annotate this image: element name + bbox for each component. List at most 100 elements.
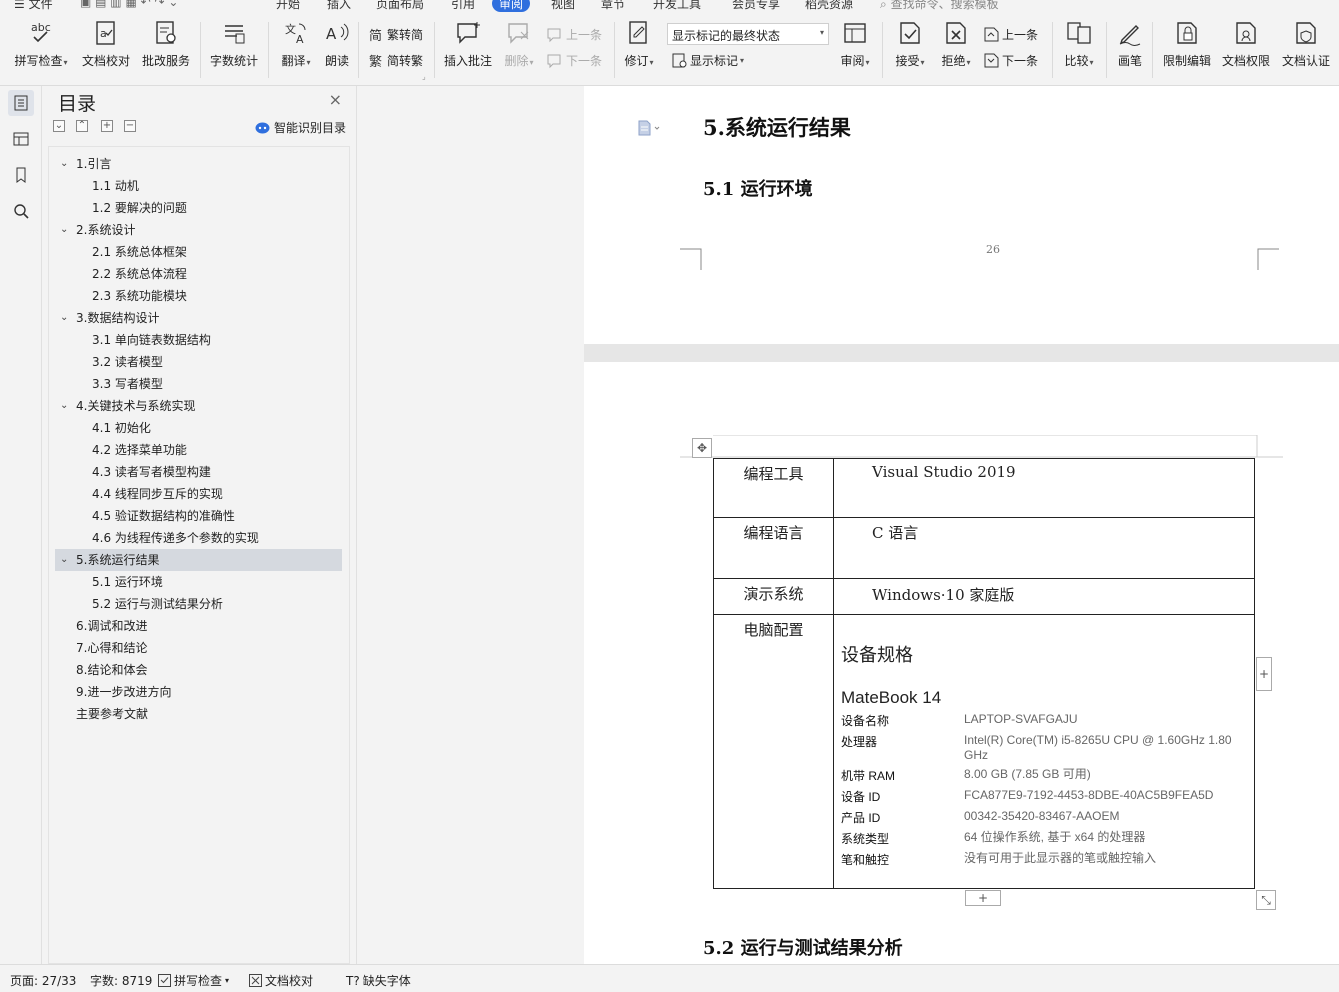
prev-comment-button[interactable]: 上一条 bbox=[546, 26, 602, 43]
tab-page-layout[interactable]: 页面布局 bbox=[376, 0, 424, 12]
toc-item[interactable]: 2.3 系统功能模块 bbox=[49, 285, 349, 307]
table-resize-icon[interactable]: ⤡ bbox=[1256, 890, 1276, 910]
spec-value: 没有可用于此显示器的笔或触控输入 bbox=[964, 851, 1157, 865]
toc-item[interactable]: ⌄ 4.关键技术与系统实现 bbox=[49, 395, 349, 417]
toc-item[interactable]: ⌄ 3.数据结构设计 bbox=[49, 307, 349, 329]
reject-button[interactable]: 拒绝▾ bbox=[936, 20, 976, 69]
chevron-down-icon[interactable]: ⌄ bbox=[60, 307, 68, 329]
chevron-down-icon[interactable]: ⌄ bbox=[60, 219, 68, 241]
table-key-cell[interactable]: 编程语言 bbox=[713, 517, 834, 579]
quick-access-toolbar[interactable]: ▣ ▤ ▥ ▦ ↶ ↷ ⌄ bbox=[80, 0, 178, 9]
toc-item[interactable]: 3.3 写者模型 bbox=[49, 373, 349, 395]
toc-item[interactable]: 主要参考文献 bbox=[49, 703, 349, 725]
chevron-down-icon[interactable]: ⌄ bbox=[60, 549, 68, 571]
next-comment-button[interactable]: 下一条 bbox=[546, 52, 602, 69]
tab-review[interactable]: 审阅 bbox=[492, 0, 531, 12]
prev-change-button[interactable]: 上一条 bbox=[983, 26, 1038, 43]
table-value-cell[interactable]: C 语言 bbox=[833, 517, 1255, 579]
toc-item-label: 4.3 读者写者模型构建 bbox=[92, 465, 211, 479]
word-count-indicator[interactable]: 字数: 8719 bbox=[90, 972, 152, 989]
table-move-handle[interactable]: ✥ bbox=[692, 438, 712, 458]
toc-nav-button[interactable] bbox=[8, 90, 34, 116]
trad-to-simp-button[interactable]: 简 繁转简 bbox=[368, 26, 423, 43]
bookmark-nav-button[interactable] bbox=[8, 162, 34, 188]
remove-heading-icon[interactable]: − bbox=[124, 120, 136, 132]
toc-item[interactable]: 8.结论和体会 bbox=[49, 659, 349, 681]
tab-view[interactable]: 视图 bbox=[551, 0, 575, 12]
markup-state-select[interactable]: 显示标记的最终状态 ▾ bbox=[667, 23, 829, 45]
add-row-icon[interactable]: + bbox=[965, 890, 1001, 906]
search-nav-button[interactable] bbox=[8, 198, 34, 224]
doc-permission-button[interactable]: 文档权限 bbox=[1219, 20, 1273, 69]
spec-cell[interactable]: 设备规格 MateBook 14 设备名称 LAPTOP-SVAFGAJU 处理器 I… bbox=[833, 614, 1255, 889]
chevron-down-icon[interactable]: ⌄ bbox=[60, 395, 68, 417]
toc-item[interactable]: 4.1 初始化 bbox=[49, 417, 349, 439]
toc-item[interactable]: 3.1 单向链表数据结构 bbox=[49, 329, 349, 351]
tab-home[interactable]: 开始 bbox=[276, 0, 300, 12]
toc-item[interactable]: 4.3 读者写者模型构建 bbox=[49, 461, 349, 483]
insert-comment-button[interactable]: 插入批注 bbox=[442, 20, 494, 69]
review-pane-button[interactable]: 审阅▾ bbox=[836, 20, 874, 69]
expand-all-icon[interactable]: ⌃ bbox=[76, 120, 88, 132]
table-key-cell[interactable]: 演示系统 bbox=[713, 578, 834, 615]
tab-chapter[interactable]: 章节 bbox=[601, 0, 625, 12]
toc-item[interactable]: 6.调试和改进 bbox=[49, 615, 349, 637]
toc-item[interactable]: ⌄ 5.系统运行结果 bbox=[55, 549, 342, 571]
toc-item[interactable]: 1.1 动机 bbox=[49, 175, 349, 197]
toc-item[interactable]: 7.心得和结论 bbox=[49, 637, 349, 659]
table-key-cell[interactable]: 电脑配置 bbox=[713, 614, 834, 889]
collapse-all-icon[interactable]: ⌄ bbox=[53, 120, 65, 132]
doc-proof-button[interactable]: a 文档校对 bbox=[80, 20, 132, 69]
accept-button[interactable]: 接受▾ bbox=[890, 20, 930, 69]
close-icon[interactable]: × bbox=[329, 90, 342, 109]
toc-item[interactable]: 5.2 运行与测试结果分析 bbox=[49, 593, 349, 615]
ink-button[interactable]: 画笔 bbox=[1114, 20, 1146, 69]
add-heading-icon[interactable]: + bbox=[101, 120, 113, 132]
correct-service-button[interactable]: 批改服务 bbox=[140, 20, 192, 69]
dialog-launcher-icon[interactable]: ⌟ bbox=[422, 72, 426, 81]
restrict-edit-button[interactable]: 限制编辑 bbox=[1160, 20, 1214, 69]
doc-certify-button[interactable]: 文档认证 bbox=[1279, 20, 1333, 69]
chevron-down-icon[interactable]: ⌄ bbox=[60, 153, 68, 175]
menu-file[interactable]: ☰ 文件 bbox=[14, 0, 53, 12]
toc-item[interactable]: 4.4 线程同步互斥的实现 bbox=[49, 483, 349, 505]
tab-insert[interactable]: 插入 bbox=[327, 0, 351, 12]
toc-item[interactable]: 2.2 系统总体流程 bbox=[49, 263, 349, 285]
add-column-icon[interactable]: + bbox=[1256, 657, 1272, 691]
tab-references[interactable]: 引用 bbox=[451, 0, 475, 12]
compare-button[interactable]: 比较▾ bbox=[1060, 20, 1098, 69]
table-key-cell[interactable]: 编程工具 bbox=[713, 458, 834, 518]
status-doc-proof-button[interactable]: 文档校对 bbox=[249, 972, 313, 989]
chapter-nav-button[interactable] bbox=[8, 126, 34, 152]
next-change-button[interactable]: 下一条 bbox=[983, 52, 1038, 69]
page-indicator[interactable]: 页面: 27/33 bbox=[10, 972, 76, 989]
tab-developer[interactable]: 开发工具 bbox=[653, 0, 701, 12]
toc-item[interactable]: 3.2 读者模型 bbox=[49, 351, 349, 373]
toc-item[interactable]: 4.2 选择菜单功能 bbox=[49, 439, 349, 461]
track-changes-button[interactable]: 修订▾ bbox=[620, 20, 658, 69]
toc-item[interactable]: 2.1 系统总体框架 bbox=[49, 241, 349, 263]
delete-comment-button[interactable]: 删除▾ bbox=[500, 20, 538, 69]
missing-font-button[interactable]: T? 缺失字体 bbox=[346, 972, 411, 989]
smart-toc-button[interactable]: 智能识别目录 bbox=[255, 119, 346, 136]
spellcheck-button[interactable]: abc 拼写检查▾ bbox=[12, 20, 70, 69]
toc-item[interactable]: 1.2 要解决的问题 bbox=[49, 197, 349, 219]
status-spellcheck-button[interactable]: 拼写检查 ▾ bbox=[158, 972, 229, 989]
toc-item[interactable]: 5.1 运行环境 bbox=[49, 571, 349, 593]
table-value-cell[interactable]: Windows·10 家庭版 bbox=[833, 578, 1255, 615]
tab-docer[interactable]: 稻壳资源 bbox=[805, 0, 853, 12]
word-count-button[interactable]: 字数统计 bbox=[208, 20, 260, 69]
show-markup-button[interactable]: 显示标记 ▾ bbox=[671, 52, 744, 69]
toc-item[interactable]: 4.6 为线程传递多个参数的实现 bbox=[49, 527, 349, 549]
tab-member[interactable]: 会员专享 bbox=[732, 0, 780, 12]
command-search[interactable]: ⌕ 查找命令、搜索模板 bbox=[880, 0, 999, 12]
read-aloud-button[interactable]: A 朗读 bbox=[320, 20, 354, 69]
page-outline-icon[interactable] bbox=[636, 119, 662, 137]
simp-to-trad-button[interactable]: 繁 简转繁 bbox=[368, 52, 423, 69]
table-value-cell[interactable]: Visual Studio 2019 bbox=[833, 458, 1255, 518]
toc-item[interactable]: 9.进一步改进方向 bbox=[49, 681, 349, 703]
toc-item[interactable]: ⌄ 2.系统设计 bbox=[49, 219, 349, 241]
translate-button[interactable]: 文A 翻译▾ bbox=[276, 20, 316, 69]
toc-item[interactable]: 4.5 验证数据结构的准确性 bbox=[49, 505, 349, 527]
toc-item[interactable]: ⌄ 1.引言 bbox=[49, 153, 349, 175]
